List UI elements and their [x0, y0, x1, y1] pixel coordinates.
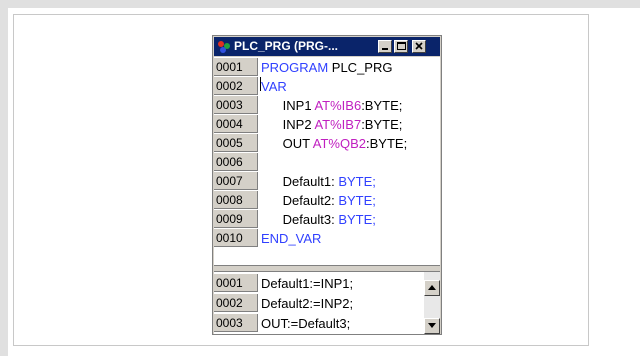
declaration-pane[interactable]: 0001 PROGRAM PLC_PRG 0002 VAR 0003 INP1 AT%I… [214, 57, 440, 265]
code-token: BYTE; [338, 174, 376, 189]
code-token: BYTE; [338, 193, 376, 208]
code-token: PLC_PRG [328, 60, 393, 75]
line-number: 0010 [214, 229, 258, 247]
title-bar[interactable]: PLC_PRG (PRG-... [214, 37, 440, 56]
code-text: OUT:=Default3; [261, 316, 351, 331]
code-token: END_VAR [261, 231, 322, 246]
minimize-button[interactable] [378, 40, 392, 53]
editor-window: PLC_PRG (PRG-... 0001 PROGRAM PLC_PRG 0002… [212, 35, 442, 335]
code-token: :BYTE; [361, 117, 403, 132]
code-text: Default2:=INP2; [261, 296, 354, 311]
pou-icon [217, 40, 231, 54]
pane-splitter[interactable] [214, 265, 440, 272]
code-token: Default1: [282, 174, 339, 189]
code-token: AT%IB6 [314, 98, 362, 113]
line-number: 0002 [214, 77, 258, 95]
code-text: Default1:=INP1; [261, 276, 354, 291]
code-token: AT%IB7 [314, 117, 362, 132]
vertical-scrollbar[interactable] [424, 272, 440, 334]
line-number: 0008 [214, 191, 258, 209]
scroll-up-button[interactable] [424, 280, 440, 296]
code-token: VAR [261, 79, 287, 94]
code-token: BYTE; [338, 212, 376, 227]
code-token: :BYTE; [366, 136, 408, 151]
code-token: PROGRAM [261, 60, 329, 75]
code-text: INP2 AT%IB7:BYTE; [261, 116, 403, 133]
code-text: INP1 AT%IB6:BYTE; [261, 97, 403, 114]
window-title: PLC_PRG (PRG-... [234, 39, 339, 53]
code-token: Default2: [282, 193, 339, 208]
line-number: 0001 [214, 274, 258, 292]
line-number: 0003 [214, 96, 258, 114]
code-text: PROGRAM PLC_PRG [261, 59, 392, 76]
line-number: 0001 [214, 58, 258, 76]
code-token: OUT [282, 136, 313, 151]
line-number: 0004 [214, 115, 258, 133]
code-token: INP2 [282, 117, 315, 132]
page-frame-left [0, 8, 8, 356]
line-number: 0009 [214, 210, 258, 228]
scroll-down-button[interactable] [424, 318, 440, 334]
code-token: INP1 [282, 98, 315, 113]
code-token: AT%QB2 [312, 136, 366, 151]
line-number: 0002 [214, 294, 258, 312]
page-frame-top [0, 0, 640, 8]
code-text: VAR [261, 78, 287, 95]
line-number: 0005 [214, 134, 258, 152]
line-number: 0003 [214, 314, 258, 332]
maximize-button[interactable] [394, 40, 408, 53]
close-button[interactable] [412, 40, 426, 53]
line-number: 0006 [214, 153, 258, 171]
line-number: 0007 [214, 172, 258, 190]
code-text: END_VAR [261, 230, 321, 247]
body-pane[interactable]: 0003 OUT:=Default3; 0002 Default2:=INP2; 000… [214, 272, 440, 334]
code-text: Default2: BYTE; [261, 192, 376, 209]
code-token: :BYTE; [361, 98, 403, 113]
code-text: Default1: BYTE; [261, 173, 376, 190]
code-text: Default3: BYTE; [261, 211, 376, 228]
code-token: Default3: [282, 212, 339, 227]
code-text: OUT AT%QB2:BYTE; [261, 135, 408, 152]
